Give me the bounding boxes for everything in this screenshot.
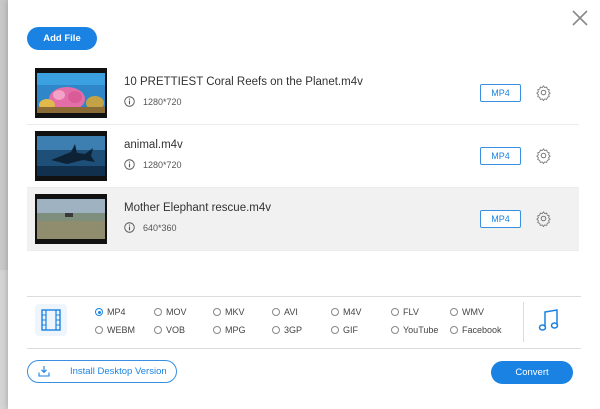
file-resolution: 1280*720 — [143, 97, 182, 107]
video-thumbnail — [35, 131, 107, 181]
file-row[interactable]: animal.m4v 1280*720 MP4 — [27, 125, 579, 188]
install-desktop-button[interactable]: Install Desktop Version — [27, 360, 177, 383]
output-format-button[interactable]: MP4 — [480, 84, 521, 102]
music-note-icon[interactable] — [537, 308, 559, 332]
video-format-icon — [41, 309, 61, 331]
file-name: 10 PRETTIEST Coral Reefs on the Planet.m… — [124, 76, 363, 88]
info-icon[interactable] — [124, 159, 135, 170]
converter-dialog: Add File 10 PRETTIEST Coral Reefs on the… — [8, 0, 600, 409]
output-format-panel: MP4 MOV MKV AVI M4V FLV WMV WEBM VOB MPG… — [27, 300, 581, 344]
gear-icon[interactable] — [535, 147, 552, 164]
info-icon[interactable] — [124, 96, 135, 107]
video-thumbnail — [35, 68, 107, 118]
output-format-button[interactable]: MP4 — [480, 210, 521, 228]
format-radio-youtube[interactable]: YouTube — [391, 325, 438, 335]
file-row[interactable]: 10 PRETTIEST Coral Reefs on the Planet.m… — [27, 62, 579, 125]
format-radio-vob[interactable]: VOB — [154, 325, 185, 335]
format-radio-mp4[interactable]: MP4 — [95, 307, 126, 317]
file-resolution: 640*360 — [143, 223, 177, 233]
file-name: Mother Elephant rescue.m4v — [124, 202, 272, 214]
gear-icon[interactable] — [535, 84, 552, 101]
convert-button[interactable]: Convert — [491, 361, 573, 384]
format-radio-m4v[interactable]: M4V — [331, 307, 362, 317]
file-name: animal.m4v — [124, 139, 183, 151]
divider — [27, 348, 581, 349]
download-icon — [38, 366, 50, 377]
format-radio-mpg[interactable]: MPG — [213, 325, 246, 335]
format-radio-mov[interactable]: MOV — [154, 307, 187, 317]
gear-icon[interactable] — [535, 210, 552, 227]
format-radio-3gp[interactable]: 3GP — [272, 325, 302, 335]
format-radio-flv[interactable]: FLV — [391, 307, 419, 317]
divider — [27, 296, 581, 297]
format-radio-avi[interactable]: AVI — [272, 307, 298, 317]
file-row[interactable]: Mother Elephant rescue.m4v 640*360 MP4 — [27, 188, 579, 251]
format-radio-facebook[interactable]: Facebook — [450, 325, 502, 335]
install-desktop-label: Install Desktop Version — [70, 366, 167, 377]
video-thumbnail — [35, 194, 107, 244]
divider — [523, 302, 524, 342]
file-list: 10 PRETTIEST Coral Reefs on the Planet.m… — [27, 62, 579, 252]
info-icon[interactable] — [124, 222, 135, 233]
format-radio-gif[interactable]: GIF — [331, 325, 358, 335]
format-radio-mkv[interactable]: MKV — [213, 307, 245, 317]
file-resolution: 1280*720 — [143, 160, 182, 170]
add-file-button[interactable]: Add File — [27, 27, 97, 50]
close-icon[interactable] — [570, 8, 590, 28]
format-radio-webm[interactable]: WEBM — [95, 325, 135, 335]
output-format-button[interactable]: MP4 — [480, 147, 521, 165]
format-radio-wmv[interactable]: WMV — [450, 307, 484, 317]
video-format-tab[interactable] — [35, 304, 67, 336]
